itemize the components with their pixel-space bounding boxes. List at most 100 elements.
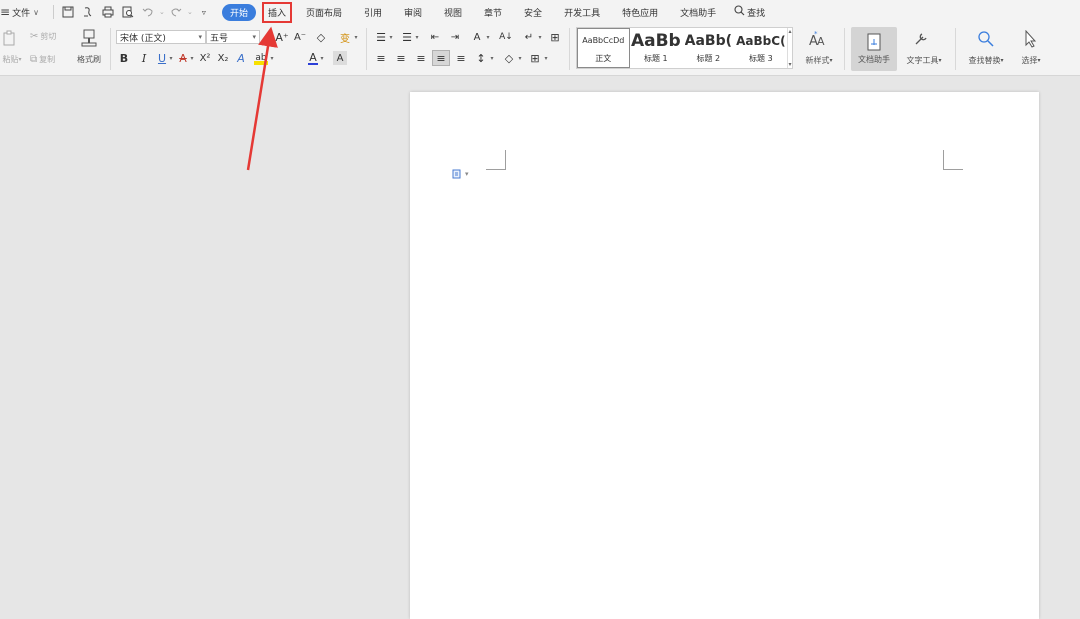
paste-icon[interactable] [0, 28, 20, 48]
select-cursor-icon[interactable] [1020, 28, 1042, 50]
highlight-button[interactable]: ab [254, 51, 268, 65]
gallery-scrollbar[interactable]: ▴ ▾ [787, 28, 792, 68]
customize-icon[interactable]: ▿ [194, 2, 214, 22]
divider [955, 28, 956, 70]
scroll-down-icon[interactable]: ▾ [789, 61, 792, 68]
select-button[interactable]: 选择 ▾ [1015, 54, 1047, 66]
new-style-icon[interactable]: A A * [806, 28, 830, 50]
chevron-down-icon[interactable]: ▾ [388, 30, 394, 44]
tab-view[interactable]: 视图 [440, 4, 466, 21]
doc-assistant-icon [867, 33, 881, 51]
chevron-down-icon[interactable]: ▾ [319, 51, 325, 65]
tab-doc-assistant[interactable]: 文档助手 [676, 4, 720, 21]
char-shading-button[interactable]: A [333, 51, 347, 65]
search-icon [734, 5, 745, 19]
paste-label: 粘贴 [2, 54, 19, 64]
shrink-font-button[interactable]: A⁻ [294, 30, 306, 44]
shading-button[interactable]: ◇ [502, 51, 516, 65]
justify-button[interactable]: ≡ [432, 50, 450, 66]
scissors-icon: ✂ [30, 30, 39, 42]
bold-button[interactable]: B [118, 51, 130, 65]
redo-icon[interactable] [166, 2, 186, 22]
bullets-button[interactable]: ☰ [374, 30, 388, 44]
scroll-up-icon[interactable]: ▴ [789, 28, 792, 35]
decrease-indent-button[interactable]: ⇤ [428, 30, 442, 44]
tab-security[interactable]: 安全 [520, 4, 546, 21]
increase-indent-button[interactable]: ⇥ [448, 30, 462, 44]
chevron-down-icon[interactable]: ▾ [489, 51, 495, 65]
table-border-button[interactable]: ⊞ [548, 30, 562, 44]
clear-format-button[interactable]: ◇ [314, 30, 328, 44]
tab-section[interactable]: 章节 [480, 4, 506, 21]
show-marks-button[interactable]: ↵ [522, 30, 536, 44]
chevron-down-icon[interactable]: ▾ [517, 51, 523, 65]
text-tools-button[interactable]: 文字工具 ▾ [900, 54, 948, 66]
font-color-button[interactable]: A [308, 51, 318, 65]
chevron-down-icon[interactable]: ▾ [189, 51, 195, 65]
paste-button[interactable]: 粘贴 ▾ [0, 53, 24, 65]
search-command[interactable]: 查找 [734, 5, 765, 19]
strikethrough-button[interactable]: A [178, 51, 188, 65]
chinese-layout-button[interactable]: A [470, 30, 484, 44]
cut-button[interactable]: ✂ 剪切 [30, 29, 56, 43]
phonetic-guide-button[interactable]: 变 [338, 30, 352, 45]
redo-dropdown-icon[interactable]: ⌄ [186, 2, 194, 22]
print-preview-icon[interactable] [118, 2, 138, 22]
undo-icon[interactable] [138, 2, 158, 22]
chevron-down-icon[interactable]: ▾ [485, 30, 491, 44]
export-pdf-icon[interactable] [78, 2, 98, 22]
tab-special-apps[interactable]: 特色应用 [618, 4, 662, 21]
chevron-down-icon[interactable]: ▾ [543, 51, 549, 65]
style-heading-3[interactable]: AaBbC( 标题 3 [735, 28, 788, 68]
find-replace-icon[interactable] [975, 28, 997, 50]
wrench-icon[interactable] [910, 28, 932, 50]
subscript-button[interactable]: X₂ [216, 51, 230, 65]
document-page[interactable] [410, 92, 1039, 619]
style-normal[interactable]: AaBbCcDd 正文 [577, 28, 630, 68]
chevron-down-icon[interactable]: ▾ [168, 51, 174, 65]
sort-button[interactable]: A↓ [498, 30, 514, 44]
align-left-button[interactable]: ≡ [374, 51, 388, 65]
distributed-button[interactable]: ≡ [454, 51, 468, 65]
paragraph-options-button[interactable]: ▾ [452, 169, 469, 179]
new-style-button[interactable]: 新样式 ▾ [801, 54, 837, 66]
text-effects-button[interactable]: A [236, 51, 246, 65]
tab-review[interactable]: 审阅 [400, 4, 426, 21]
print-icon[interactable] [98, 2, 118, 22]
line-spacing-button[interactable]: ↕ [474, 51, 488, 65]
italic-button[interactable]: I [139, 51, 149, 65]
tab-references[interactable]: 引用 [360, 4, 386, 21]
align-center-button[interactable]: ≡ [394, 51, 408, 65]
tab-page-layout[interactable]: 页面布局 [302, 4, 346, 21]
text-tools-label: 文字工具 [906, 55, 939, 65]
format-painter-icon[interactable] [78, 27, 100, 49]
borders-button[interactable]: ⊞ [528, 51, 542, 65]
save-icon[interactable] [58, 2, 78, 22]
find-replace-button[interactable]: 查找替换 ▾ [962, 54, 1010, 66]
tab-insert[interactable]: 插入 [261, 1, 292, 23]
chevron-down-icon[interactable]: ▾ [414, 30, 420, 44]
superscript-button[interactable]: X² [198, 51, 212, 65]
numbering-button[interactable]: ☰ [400, 30, 414, 44]
copy-button[interactable]: ⧉ 复制 [30, 52, 55, 66]
tab-developer[interactable]: 开发工具 [560, 4, 604, 21]
style-heading-1[interactable]: AaBb 标题 1 [630, 28, 683, 68]
chevron-down-icon[interactable]: ▾ [353, 30, 359, 44]
style-heading-2[interactable]: AaBb( 标题 2 [682, 28, 735, 68]
undo-dropdown-icon[interactable]: ⌄ [158, 2, 166, 22]
file-menu[interactable]: ≡ 文件 ∨ [0, 2, 39, 22]
svg-text:A: A [817, 35, 825, 48]
doc-assistant-button[interactable]: 文档助手 [851, 27, 897, 71]
format-painter-button[interactable]: 格式刷 [73, 53, 105, 65]
align-right-button[interactable]: ≡ [414, 51, 428, 65]
chevron-down-icon[interactable]: ▾ [269, 51, 275, 65]
font-family-select[interactable]: 宋体 (正文) ▾ [116, 30, 206, 44]
divider [366, 28, 367, 70]
font-family-value: 宋体 (正文) [120, 33, 166, 44]
underline-button[interactable]: U [157, 51, 167, 65]
grow-font-button[interactable]: A⁺ [275, 30, 288, 44]
font-size-select[interactable]: 五号 ▾ [206, 30, 260, 44]
tab-home[interactable]: 开始 [221, 3, 256, 21]
chevron-down-icon[interactable]: ▾ [537, 30, 543, 44]
file-menu-label: 文件 [12, 8, 31, 19]
